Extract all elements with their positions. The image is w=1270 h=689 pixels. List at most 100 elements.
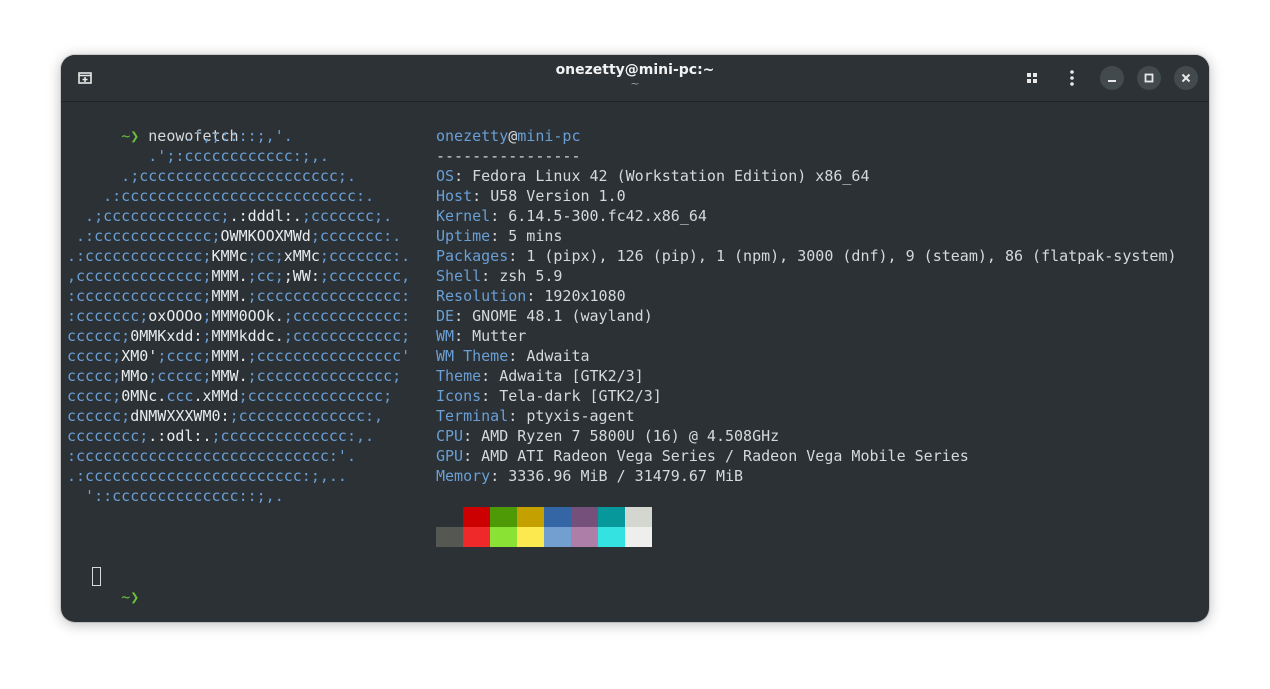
info-colon: : (508, 407, 527, 425)
info-colon: : (490, 227, 509, 245)
info-key: Host (436, 187, 473, 205)
color-swatch (436, 527, 463, 547)
info-value: Mutter (472, 327, 527, 345)
logo-segment: ;WW: (283, 267, 320, 285)
username: onezetty (436, 127, 509, 145)
info-key: Resolution (436, 287, 527, 305)
logo-segment: 0MNc. (121, 387, 167, 405)
color-swatch (571, 527, 598, 547)
color-swatch (544, 527, 571, 547)
logo-segment: MMM. (211, 347, 248, 365)
logo-segment: cccccccc; (67, 427, 149, 445)
close-icon[interactable] (1174, 66, 1198, 90)
info-row: Memory: 3336.96 MiB / 31479.67 MiB (436, 466, 743, 486)
logo-segment: xMMc (283, 247, 320, 265)
tab-overview-icon[interactable] (1019, 65, 1045, 91)
logo-segment: ;ccccccc:. (319, 247, 411, 265)
info-colon: : (481, 367, 500, 385)
logo-segment: MMW. (211, 367, 248, 385)
info-colon: : (490, 207, 509, 225)
logo-segment: ;ccccccc:. (310, 227, 402, 245)
info-colon: : (508, 247, 527, 265)
logo-line: :cccccccccccccccccccccccccccc:'. (67, 446, 356, 466)
minimize-icon[interactable] (1100, 66, 1124, 90)
info-key: Shell (436, 267, 482, 285)
info-key: GPU (436, 447, 464, 465)
logo-segment: ;cc; (247, 247, 284, 265)
info-colon: : (508, 347, 527, 365)
logo-segment: .',;::::;,'. (67, 127, 293, 145)
info-value: Tela-dark [GTK2/3] (499, 387, 662, 405)
logo-segment: MMM. (211, 287, 248, 305)
logo-line: ccccc;XM0';cccc;MMM.;cccccccccccccccc' (67, 346, 410, 366)
maximize-icon[interactable] (1137, 66, 1161, 90)
logo-segment: ;cccccccccccc; (283, 327, 411, 345)
logo-line: .:ccccccccccccc;OWMKOOXMWd;ccccccc:. (67, 226, 401, 246)
color-swatch (490, 527, 517, 547)
logo-segment: cccccc; (67, 407, 131, 425)
command-line: ~❯ neowofetch (67, 106, 238, 145)
color-swatch (463, 527, 490, 547)
logo-segment: ; (202, 327, 212, 345)
info-value: ptyxis-agent (526, 407, 635, 425)
logo-segment: ;cc; (247, 267, 284, 285)
separator: ---------------- (436, 147, 581, 165)
color-palette-normal (436, 507, 652, 527)
info-colon: : (463, 447, 482, 465)
info-value: 6.14.5-300.fc42.x86_64 (508, 207, 707, 225)
hostname: mini-pc (517, 127, 581, 145)
info-key: Terminal (436, 407, 509, 425)
logo-segment: :cccccccccccccccccccccccccccc:'. (67, 447, 356, 465)
info-key: Uptime (436, 227, 491, 245)
logo-segment: .';:cccccccccccc:;,. (67, 147, 329, 165)
terminal-content[interactable]: ~❯ neowofetch .',;::::;,'. .';:ccccccccc… (61, 102, 1209, 622)
user-host: onezetty@mini-pc (436, 126, 581, 146)
info-key: Packages (436, 247, 509, 265)
final-prompt-line: ~❯ (67, 567, 139, 606)
logo-line: :cccccccccccccc;MMM.;cccccccccccccccc: (67, 286, 410, 306)
logo-segment: 0MMKxdd: (130, 327, 203, 345)
info-key: CPU (436, 427, 464, 445)
logo-segment: ccccc; (67, 347, 122, 365)
logo-line: ,cccccccccccccc;MMM.;cc;;WW:;cccccccc, (67, 266, 410, 286)
info-key: WM Theme (436, 347, 509, 365)
info-value: 1920x1080 (544, 287, 626, 305)
kebab-menu-icon[interactable] (1059, 65, 1085, 91)
logo-segment: XM0' (121, 347, 158, 365)
logo-segment: .:cccccccccccccccccccccccc:;,.. (67, 467, 347, 485)
info-value: AMD ATI Radeon Vega Series / Radeon Vega… (481, 447, 969, 465)
logo-segment: ccc (166, 387, 194, 405)
logo-segment: ccccc; (67, 387, 122, 405)
logo-segment: ;cccccccccccccc:,. (211, 427, 375, 445)
logo-line: '::cccccccccccccc::;,. (67, 486, 284, 506)
color-swatch (490, 507, 517, 527)
color-swatch (625, 527, 652, 547)
color-swatch (571, 507, 598, 527)
info-row: Icons: Tela-dark [GTK2/3] (436, 386, 662, 406)
info-value: 1 (pipx), 126 (pip), 1 (npm), 3000 (dnf)… (526, 247, 1177, 265)
color-swatch (517, 527, 544, 547)
logo-segment: ;ccccccc;. (301, 207, 393, 225)
info-key: Theme (436, 367, 482, 385)
logo-segment: .:odl:. (148, 427, 212, 445)
logo-line: .:cccccccccccccccccccccccccc:. (67, 186, 374, 206)
info-row: CPU: AMD Ryzen 7 5800U (16) @ 4.508GHz (436, 426, 779, 446)
logo-segment: ;ccccccccccccccc; (247, 367, 402, 385)
info-key: Memory (436, 467, 491, 485)
info-colon: : (454, 167, 473, 185)
info-value: U58 Version 1.0 (490, 187, 626, 205)
logo-line: .:ccccccccccccc;KMMc;cc;xMMc;ccccccc:. (67, 246, 410, 266)
logo-segment: MMM. (211, 267, 248, 285)
text-cursor (92, 567, 101, 586)
titlebar: onezetty@mini-pc:~ ~ (61, 55, 1209, 102)
logo-segment: ; (202, 307, 212, 325)
logo-segment: ;cccccccc, (319, 267, 411, 285)
logo-line: cccccc;0MMKxdd:;MMMkddc.;cccccccccccc; (67, 326, 410, 346)
at-sign: @ (508, 127, 518, 145)
logo-segment: cccccc; (67, 327, 131, 345)
logo-line: .';:cccccccccccc:;,. (67, 146, 329, 166)
info-colon: : (526, 287, 545, 305)
logo-segment: dNMWXXXWM0: (130, 407, 230, 425)
color-swatch (598, 507, 625, 527)
final-prompt: ~❯ (121, 588, 140, 606)
